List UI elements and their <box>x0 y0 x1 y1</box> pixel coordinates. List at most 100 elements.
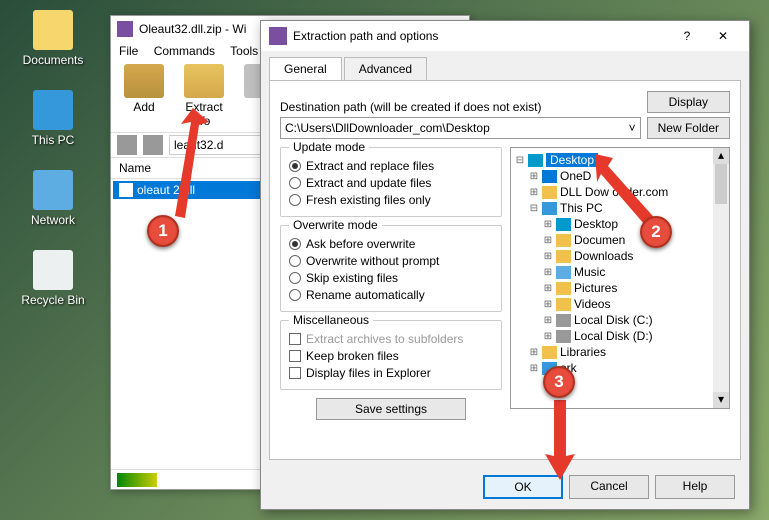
radio-extract-update[interactable]: Extract and update files <box>289 176 493 190</box>
check-label: Display files in Explorer <box>306 366 431 380</box>
folder-icon <box>556 282 571 295</box>
radio-label: Fresh existing files only <box>306 193 431 207</box>
computer-icon <box>542 202 557 215</box>
desktop-icon-documents[interactable]: Documents <box>18 10 88 67</box>
check-label: Extract archives to subfolders <box>306 332 463 346</box>
folder-icon <box>556 250 571 263</box>
checkbox-icon <box>289 333 301 345</box>
tree-label: Libraries <box>560 345 606 359</box>
radio-label: Extract and update files <box>306 176 431 190</box>
desktop-icon <box>556 218 571 231</box>
check-extract-subfolders: Extract archives to subfolders <box>289 332 493 346</box>
group-title: Miscellaneous <box>289 313 373 327</box>
radio-extract-replace[interactable]: Extract and replace files <box>289 159 493 173</box>
help-button[interactable]: Help <box>655 475 735 499</box>
radio-ask-overwrite[interactable]: Ask before overwrite <box>289 237 493 251</box>
desktop-icon-thispc[interactable]: This PC <box>18 90 88 147</box>
computer-icon <box>33 90 73 130</box>
radio-label: Overwrite without prompt <box>306 254 439 268</box>
tree-node-libraries[interactable]: ⊞Libraries <box>513 344 727 360</box>
update-mode-group: Update mode Extract and replace files Ex… <box>280 147 502 217</box>
nav-icon[interactable] <box>143 135 163 155</box>
folder-icon <box>556 298 571 311</box>
check-keep-broken[interactable]: Keep broken files <box>289 349 493 363</box>
drive-icon <box>556 314 571 327</box>
radio-icon <box>289 255 301 267</box>
folder-icon <box>542 186 557 199</box>
radio-rename-auto[interactable]: Rename automatically <box>289 288 493 302</box>
tree-label: Local Disk (C:) <box>574 313 653 327</box>
desktop-icon <box>528 154 543 167</box>
radio-label: Extract and replace files <box>306 159 434 173</box>
radio-fresh-existing[interactable]: Fresh existing files only <box>289 193 493 207</box>
save-settings-button[interactable]: Save settings <box>316 398 466 420</box>
menu-commands[interactable]: Commands <box>154 44 215 58</box>
folder-icon <box>556 234 571 247</box>
radio-icon <box>289 238 301 250</box>
tree-node-local-d[interactable]: ⊞Local Disk (D:) <box>513 328 727 344</box>
desktop-label: Recycle Bin <box>18 293 88 307</box>
destination-path-combo[interactable]: C:\Users\DllDownloader_com\Desktop ˅ <box>280 117 641 139</box>
add-icon <box>124 64 164 98</box>
radio-skip-existing[interactable]: Skip existing files <box>289 271 493 285</box>
tree-node-downloads[interactable]: ⊞Downloads <box>513 248 727 264</box>
up-icon[interactable] <box>117 135 137 155</box>
close-button[interactable]: ✕ <box>705 24 741 48</box>
cloud-icon <box>542 170 557 183</box>
annotation-marker-2: 2 <box>640 216 672 248</box>
scroll-down-icon[interactable]: ▾ <box>713 392 729 408</box>
menu-tools[interactable]: Tools <box>230 44 258 58</box>
dialog-footer: OK Cancel Help <box>483 475 735 499</box>
destination-label: Destination path (will be created if doe… <box>280 100 641 114</box>
dialog-titlebar[interactable]: Extraction path and options ? ✕ <box>261 21 749 51</box>
tree-node-videos[interactable]: ⊞Videos <box>513 296 727 312</box>
scroll-thumb[interactable] <box>715 164 727 204</box>
recycle-icon <box>33 250 73 290</box>
annotation-marker-3: 3 <box>543 366 575 398</box>
cancel-button[interactable]: Cancel <box>569 475 649 499</box>
checkbox-icon <box>289 350 301 362</box>
menu-file[interactable]: File <box>119 44 138 58</box>
window-title: Oleaut32.dll.zip - Wi <box>139 22 246 36</box>
group-title: Update mode <box>289 140 369 154</box>
radio-icon <box>289 160 301 172</box>
extraction-dialog: Extraction path and options ? ✕ General … <box>260 20 750 510</box>
display-button[interactable]: Display <box>647 91 730 113</box>
desktop-label: This PC <box>18 133 88 147</box>
miscellaneous-group: Miscellaneous Extract archives to subfol… <box>280 320 502 390</box>
new-folder-button[interactable]: New Folder <box>647 117 730 139</box>
help-button[interactable]: ? <box>669 24 705 48</box>
radio-icon <box>289 272 301 284</box>
tree-scrollbar[interactable]: ▴ ▾ <box>713 148 729 408</box>
dialog-title: Extraction path and options <box>293 29 438 43</box>
tab-panel: Destination path (will be created if doe… <box>269 80 741 460</box>
radio-label: Ask before overwrite <box>306 237 415 251</box>
check-display-explorer[interactable]: Display files in Explorer <box>289 366 493 380</box>
winrar-app-icon <box>269 27 287 45</box>
tab-advanced[interactable]: Advanced <box>344 57 427 80</box>
folder-icon <box>33 10 73 50</box>
annotation-arrow-3 <box>545 400 575 480</box>
annotation-arrow-1 <box>169 108 209 228</box>
radio-label: Skip existing files <box>306 271 398 285</box>
tree-node-local-c[interactable]: ⊞Local Disk (C:) <box>513 312 727 328</box>
status-icon <box>117 473 157 487</box>
desktop-icon-network[interactable]: Network <box>18 170 88 227</box>
tree-label: Music <box>574 265 605 279</box>
tree-node-pictures[interactable]: ⊞Pictures <box>513 280 727 296</box>
libraries-icon <box>542 346 557 359</box>
checkbox-icon <box>289 367 301 379</box>
radio-overwrite-noprompt[interactable]: Overwrite without prompt <box>289 254 493 268</box>
check-label: Keep broken files <box>306 349 399 363</box>
desktop-label: Documents <box>18 53 88 67</box>
tab-general[interactable]: General <box>269 57 342 80</box>
tree-label: Desktop <box>546 153 598 167</box>
tree-label: Local Disk (D:) <box>574 329 653 343</box>
desktop-icon-recyclebin[interactable]: Recycle Bin <box>18 250 88 307</box>
chevron-down-icon[interactable]: ˅ <box>629 121 636 135</box>
drive-icon <box>556 330 571 343</box>
tab-strip: General Advanced <box>261 51 749 80</box>
scroll-up-icon[interactable]: ▴ <box>713 148 729 164</box>
add-button[interactable]: Add <box>119 64 169 128</box>
tree-node-music[interactable]: ⊞Music <box>513 264 727 280</box>
